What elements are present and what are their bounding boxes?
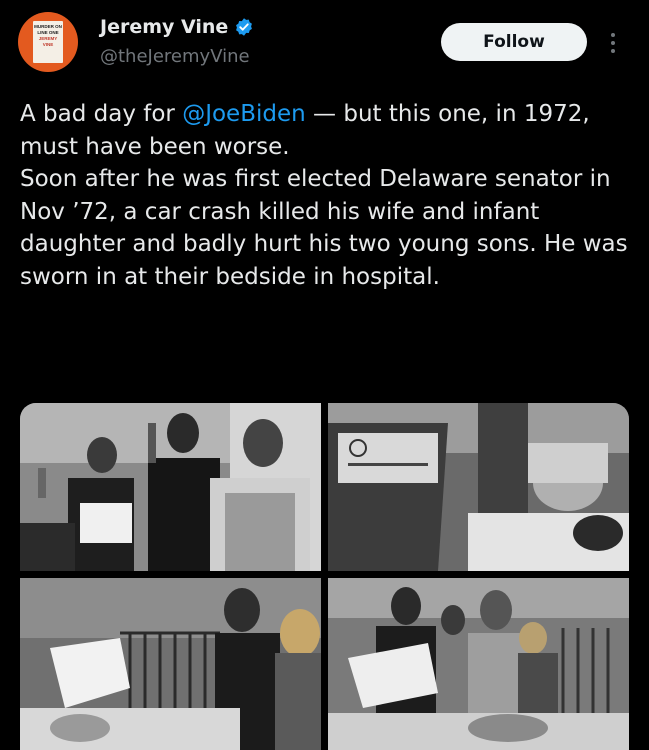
- follow-button[interactable]: Follow: [441, 23, 587, 61]
- verified-badge-icon: [234, 17, 254, 37]
- book-line: LINE ONE: [37, 30, 59, 35]
- tweet-header: MURDER ON LINE ONE JEREMY VINE Jeremy Vi…: [0, 0, 649, 90]
- photo-swearing-in[interactable]: [20, 403, 321, 571]
- mention-link[interactable]: @JoeBiden: [182, 101, 306, 127]
- photo-lectern[interactable]: [328, 403, 629, 571]
- book-line: MURDER ON: [34, 24, 62, 29]
- more-options-icon[interactable]: [603, 28, 623, 58]
- tweet-paragraph-2: Soon after he was first elected Delaware…: [20, 166, 628, 290]
- author-name[interactable]: Jeremy Vine: [100, 16, 228, 38]
- book-line: VINE: [42, 42, 54, 47]
- photo-bedside[interactable]: [20, 578, 321, 750]
- avatar[interactable]: MURDER ON LINE ONE JEREMY VINE: [18, 12, 78, 72]
- book-line: JEREMY: [38, 36, 58, 41]
- photo-group-bedside[interactable]: [328, 578, 629, 750]
- book-cover-icon: MURDER ON LINE ONE JEREMY VINE: [33, 21, 63, 63]
- media-grid: [20, 403, 629, 750]
- tweet-text-part: A bad day for: [20, 101, 183, 127]
- tweet-text: A bad day for @JoeBiden — but this one, …: [20, 98, 635, 293]
- author-name-row: Jeremy Vine: [100, 16, 254, 38]
- author-handle[interactable]: @theJeremyVine: [100, 46, 250, 67]
- tweet-paragraph-1: A bad day for @JoeBiden — but this one, …: [20, 98, 635, 163]
